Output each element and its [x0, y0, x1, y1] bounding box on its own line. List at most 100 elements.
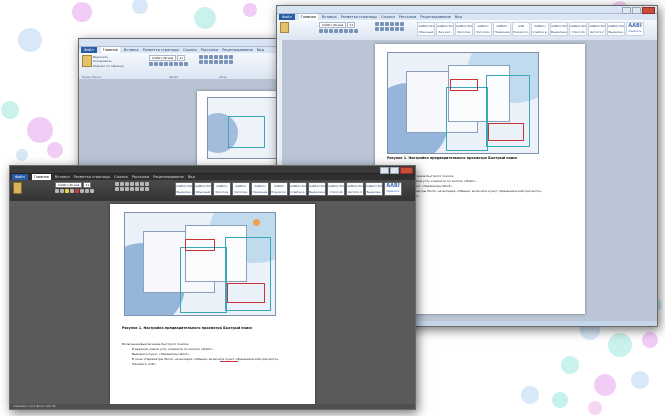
style-name: Слабое в. — [532, 30, 548, 34]
font-size-box[interactable]: 11 — [83, 182, 92, 188]
styles-gallery: AaBbCcDd Обычный AaBbCcDd Без инт. AaBbCcD… — [417, 22, 644, 36]
style-name: Заголов. — [234, 190, 248, 194]
list-item: В окне «Параметры Word» на вкладке «Общи… — [395, 189, 543, 193]
align-buttons[interactable] — [375, 27, 404, 31]
list-buttons[interactable] — [375, 22, 404, 26]
style-name: Выделен. — [608, 30, 624, 34]
style-name: Выделен. — [176, 190, 192, 194]
style-name: Цитата 2 — [589, 30, 605, 34]
style-subtle-emphasis[interactable]: AaBbCc Слабое в. — [531, 22, 549, 36]
style-emphasis[interactable]: AaBbCcDd Выделение — [550, 22, 568, 36]
list-buttons[interactable] — [199, 55, 233, 59]
font-format-buttons[interactable] — [319, 29, 358, 33]
style-name: Изменить — [386, 190, 400, 193]
maximize-button[interactable] — [632, 7, 641, 14]
list-item: В окне «Параметры Word» на вкладке «Общи… — [132, 357, 280, 361]
style-quote[interactable]: AaBbCcDd Цитата 2 — [346, 182, 364, 196]
style-normal[interactable]: AaBbCcDd Обычный — [194, 182, 212, 196]
clipboard-actions: Вырезать Копировать Формат по образцу — [93, 55, 124, 68]
font-name-box[interactable]: Calibri (Основ — [149, 55, 177, 61]
spellcheck-underline — [220, 361, 238, 362]
style-heading-1[interactable]: AaBbCc Заголов. — [213, 182, 231, 196]
style-name: Без инт. — [438, 30, 452, 34]
close-button[interactable] — [400, 167, 413, 174]
paste-icon[interactable] — [82, 55, 92, 67]
styles-gallery: AaBbCcDd Выделен. AaBbCcDd Обычный AaBbCc З… — [175, 182, 402, 196]
paragraph-group — [115, 182, 149, 192]
align-buttons[interactable] — [199, 60, 233, 64]
list-buttons[interactable] — [115, 182, 149, 186]
align-buttons[interactable] — [115, 187, 149, 191]
font-group: Calibri (Основ 11 — [55, 182, 94, 194]
style-heading-1[interactable]: AaBbCcDd Заголов. — [455, 22, 473, 36]
style-name: Заголов. — [476, 30, 490, 34]
font-group: Calibri (Основ 11 — [149, 55, 188, 67]
style-name: Слабое в. — [290, 190, 306, 194]
figure-caption: Рисунок 1. Настройка предварительного пр… — [122, 326, 253, 330]
font-format-buttons[interactable] — [149, 62, 188, 66]
style-intense-quote[interactable]: AaBbCcDd Выделен. — [365, 182, 383, 196]
style-heading-2[interactable]: AaBbCc Заголов. — [232, 182, 250, 196]
title-bar — [79, 39, 309, 47]
style-name: Выделен. — [366, 190, 382, 194]
ribbon: Вырезать Копировать Формат по образцу Ca… — [79, 53, 309, 80]
style-subtitle[interactable]: AaB Подзагол. — [512, 22, 530, 36]
figure-caption: Рисунок 1. Настройка предварительного пр… — [387, 156, 518, 160]
style-emphasis[interactable]: AaBbCcDd Выделен. — [175, 182, 193, 196]
style-intense-emphasis[interactable]: AaBbCcDd Выделение — [308, 182, 326, 196]
clipboard-group — [280, 22, 289, 33]
style-no-spacing[interactable]: AaBbCcDd Без инт. — [436, 22, 454, 36]
style-subtle-emphasis[interactable]: AaBbCcDd Слабое в. — [289, 182, 307, 196]
style-title[interactable]: AaBbCc Название — [493, 22, 511, 36]
style-name: Цитата 2 — [347, 190, 363, 194]
minimize-button[interactable] — [380, 167, 389, 174]
font-name-box[interactable]: Calibri (Основ — [55, 182, 83, 188]
document-area: Рисунок 1. Настройка предварительного пр… — [10, 201, 415, 409]
paste-icon[interactable] — [280, 22, 289, 33]
font-size-box[interactable]: 11 — [177, 55, 186, 61]
style-name: Название — [494, 30, 510, 34]
style-heading-2[interactable]: AaBbCc Заголов. — [474, 22, 492, 36]
clipboard-group — [82, 55, 92, 67]
style-title[interactable]: AaBbCc Название — [251, 182, 269, 196]
change-styles-button[interactable]: AABI Изменить — [384, 182, 402, 196]
style-name: Подзагол. — [513, 30, 529, 34]
embedded-screenshot — [387, 52, 539, 154]
list-intro: Включение/выключение быстрого поиска: — [122, 342, 190, 346]
window-controls — [380, 167, 413, 174]
document-page[interactable]: Рисунок 1. Настройка предварительного пр… — [110, 204, 315, 404]
style-name: Выделение — [309, 190, 326, 194]
list-item: Нажмите «ОК». — [132, 362, 157, 366]
style-normal[interactable]: AaBbCcDd Обычный — [417, 22, 435, 36]
list-item: Выберите пункт «Параметры Word». — [132, 352, 190, 356]
style-strong[interactable]: AaBbCcDd Строгий — [327, 182, 345, 196]
paste-icon[interactable] — [13, 182, 22, 194]
maximize-button[interactable] — [390, 167, 399, 174]
clipboard-group — [13, 182, 22, 194]
window-controls — [622, 7, 655, 14]
style-name: Строгий — [329, 190, 343, 194]
style-subtitle[interactable]: AaBbC Подзагол. — [270, 182, 288, 196]
style-name: Изменить — [628, 30, 642, 33]
paragraph-group — [199, 55, 233, 65]
font-size-box[interactable]: 11 — [347, 22, 356, 28]
style-intense-quote[interactable]: AaBbCcDd Выделен. — [607, 22, 625, 36]
embedded-screenshot — [124, 212, 276, 316]
list-item: В верхнем левом углу кликните по кнопке … — [132, 347, 214, 351]
font-name-box[interactable]: Calibri (Основ — [319, 22, 347, 28]
title-bar — [10, 166, 415, 174]
title-bar — [277, 6, 657, 14]
font-format-buttons[interactable] — [55, 189, 94, 193]
style-strong[interactable]: AaBbCcDd Строгий — [569, 22, 587, 36]
close-button[interactable] — [642, 7, 655, 14]
style-name: Заголов. — [215, 190, 229, 194]
format-painter-button[interactable]: Формат по образцу — [93, 64, 124, 68]
minimize-button[interactable] — [622, 7, 631, 14]
style-name: Название — [252, 190, 268, 194]
style-name: Подзагол. — [271, 190, 287, 194]
change-styles-button[interactable]: AABI Изменить — [626, 22, 644, 36]
ribbon: Calibri (Основ 11 AaBbCcDd Обычный AaBbCc… — [277, 20, 657, 41]
style-quote[interactable]: AaBbCcDd Цитата 2 — [588, 22, 606, 36]
style-name: Обычный — [418, 30, 434, 34]
embedded-screenshot — [207, 97, 279, 159]
